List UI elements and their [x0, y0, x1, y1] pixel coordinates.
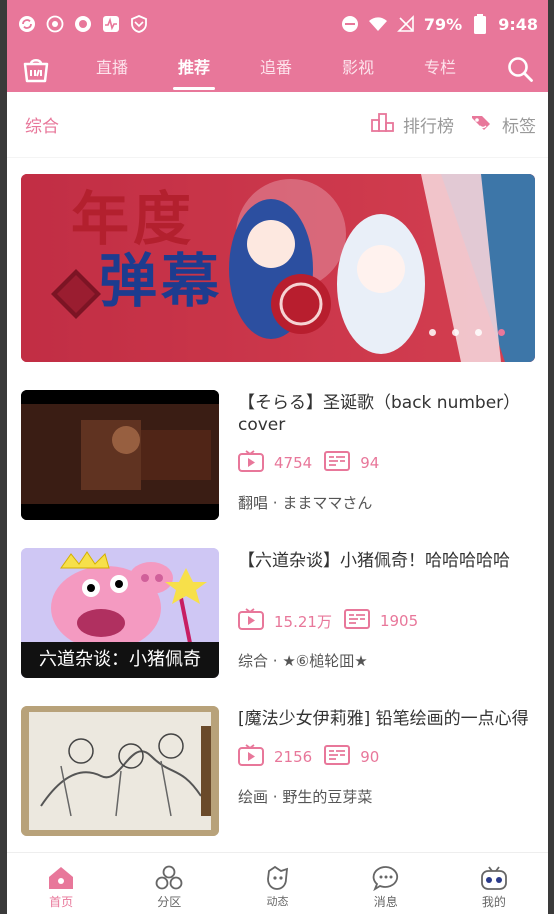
profile-icon [479, 863, 509, 893]
tab-articles[interactable]: 专栏 [399, 48, 481, 92]
play-count-icon [238, 744, 264, 770]
tag-icon [470, 112, 494, 137]
banner-headline: 年度 弹幕 [71, 188, 223, 312]
video-feed: 【そらる】圣诞歌（back number）cover 4754 94 翻唱 · … [7, 390, 548, 864]
app-bar: 直播 推荐 追番 影视 专栏 [7, 48, 548, 92]
search-icon[interactable] [506, 55, 534, 83]
thumbnail-caption: 六道杂谈：小猪佩奇 [21, 642, 219, 678]
danmaku-icon [343, 608, 370, 634]
banner-pagination [429, 329, 505, 336]
bottom-nav: 首页 分区 动态 消息 我的 [7, 852, 548, 914]
ranking-button[interactable]: 排行榜 [371, 112, 454, 137]
danmaku-icon [324, 450, 351, 476]
video-card[interactable]: 六道杂谈：小猪佩奇 【六道杂谈】小猪佩奇！哈哈哈哈哈 15.21万 1905 综… [7, 548, 548, 706]
nav-categories-label: 分区 [157, 895, 182, 909]
nav-home-label: 首页 [49, 895, 74, 909]
video-card[interactable]: 【そらる】圣诞歌（back number）cover 4754 94 翻唱 · … [7, 390, 548, 548]
danmaku-count: 90 [360, 748, 380, 766]
play-count-icon [238, 450, 264, 476]
video-info: 【六道杂谈】小猪佩奇！哈哈哈哈哈 15.21万 1905 综合 · ★⑥槌轮囬★ [238, 550, 538, 671]
video-category[interactable]: 翻唱 [238, 494, 268, 512]
nav-messages[interactable]: 消息 [332, 853, 440, 914]
sub-header: 综合 排行榜 标签 [7, 92, 548, 158]
play-count: 4754 [274, 454, 313, 472]
banner-headline-line1: 年度 [71, 185, 196, 253]
tab-recommend[interactable]: 推荐 [153, 48, 235, 92]
video-author[interactable]: ★⑥槌轮囬★ [282, 652, 367, 670]
category-filter[interactable]: 综合 [25, 112, 59, 137]
category-icon [154, 863, 184, 893]
ranking-icon [371, 112, 395, 137]
activity-icon [101, 14, 121, 34]
video-info: 【そらる】圣诞歌（back number）cover 4754 94 翻唱 · … [238, 392, 538, 513]
danmaku-icon [324, 744, 351, 770]
banner-dot[interactable] [452, 329, 459, 336]
clock: 9:48 [498, 14, 538, 34]
app-logo-icon[interactable] [21, 54, 51, 84]
video-card[interactable]: [魔法少女伊莉雅] 铅笔绘画的一点心得 2156 90 绘画 · 野生的豆芽菜 [7, 706, 548, 864]
tags-label: 标签 [502, 117, 536, 137]
play-count: 15.21万 [274, 612, 332, 631]
status-bar: 79% 9:48 [7, 0, 548, 48]
battery-level: 79% [423, 14, 463, 34]
message-icon [371, 863, 401, 893]
target-icon [45, 14, 65, 34]
video-title[interactable]: [魔法少女伊莉雅] 铅笔绘画的一点心得 [238, 708, 538, 730]
danmaku-count: 94 [360, 454, 380, 472]
dynamic-icon [263, 863, 293, 893]
video-category[interactable]: 绘画 [238, 788, 268, 806]
tab-live[interactable]: 直播 [71, 48, 153, 92]
video-thumbnail[interactable] [21, 706, 219, 836]
ranking-label: 排行榜 [403, 117, 454, 137]
nav-dynamic-label: 动态 [266, 895, 289, 908]
record-icon [73, 14, 93, 34]
video-info: [魔法少女伊莉雅] 铅笔绘画的一点心得 2156 90 绘画 · 野生的豆芽菜 [238, 708, 538, 807]
dnd-icon [340, 14, 360, 34]
nav-home[interactable]: 首页 [7, 853, 115, 914]
video-stats: 2156 90 [238, 744, 538, 770]
play-count-icon [238, 608, 264, 634]
video-category[interactable]: 综合 [238, 652, 268, 670]
video-author[interactable]: 野生的豆芽菜 [282, 788, 372, 806]
promo-banner[interactable]: 年度 弹幕 [21, 174, 535, 362]
banner-dot[interactable] [429, 329, 436, 336]
video-title[interactable]: 【六道杂谈】小猪佩奇！哈哈哈哈哈 [238, 550, 538, 594]
nav-profile-label: 我的 [481, 895, 506, 909]
tab-movies[interactable]: 影视 [317, 48, 399, 92]
home-icon [46, 863, 76, 893]
sync-icon [17, 14, 37, 34]
tab-anime[interactable]: 追番 [235, 48, 317, 92]
banner-dot-active[interactable] [498, 329, 505, 336]
vpn-shield-icon [129, 14, 149, 34]
nav-dynamic[interactable]: 动态 [223, 853, 331, 914]
banner-dot[interactable] [475, 329, 482, 336]
wifi-icon [368, 14, 388, 34]
top-tabs: 直播 推荐 追番 影视 专栏 [71, 48, 481, 92]
nav-profile[interactable]: 我的 [440, 853, 548, 914]
video-meta: 绘画 · 野生的豆芽菜 [238, 788, 373, 806]
video-stats: 4754 94 [238, 450, 538, 476]
video-meta: 综合 · ★⑥槌轮囬★ [238, 652, 368, 670]
nav-messages-label: 消息 [373, 895, 398, 909]
video-title[interactable]: 【そらる】圣诞歌（back number）cover [238, 392, 538, 436]
phone-screen: 79% 9:48 直播 推荐 追番 影视 专栏 综合 排行榜 标签 年度 弹幕 … [7, 0, 548, 914]
battery-icon [470, 14, 490, 34]
danmaku-count: 1905 [379, 612, 419, 630]
no-signal-icon [396, 14, 416, 34]
banner-headline-line2: 弹幕 [99, 247, 224, 315]
tags-button[interactable]: 标签 [470, 112, 536, 137]
video-meta: 翻唱 · ままママさん [238, 494, 373, 512]
video-thumbnail[interactable] [21, 390, 219, 520]
video-thumbnail[interactable]: 六道杂谈：小猪佩奇 [21, 548, 219, 678]
play-count: 2156 [274, 748, 313, 766]
nav-categories[interactable]: 分区 [115, 853, 223, 914]
video-author[interactable]: ままママさん [282, 494, 372, 512]
video-stats: 15.21万 1905 [238, 608, 538, 634]
